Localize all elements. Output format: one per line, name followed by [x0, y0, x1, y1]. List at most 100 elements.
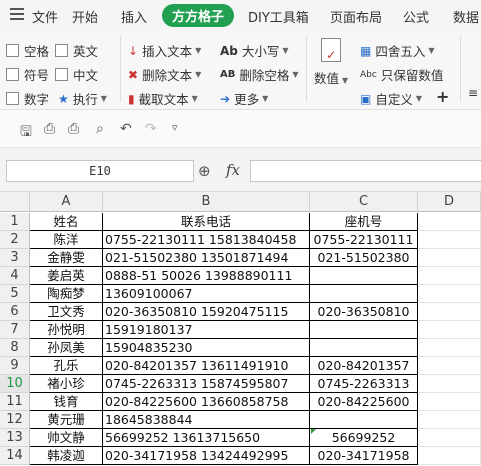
- cell-c-13[interactable]: 56699252: [310, 429, 418, 447]
- cell-b-5[interactable]: 13609100067: [103, 285, 310, 303]
- checkbox-space[interactable]: 空格: [6, 41, 49, 60]
- column-header-b[interactable]: B: [103, 192, 310, 212]
- cell-a-9[interactable]: 孔乐: [30, 357, 103, 375]
- menu-fangfang[interactable]: 方方格子: [162, 4, 235, 27]
- cell-d-6[interactable]: [418, 303, 481, 321]
- cell-b-14[interactable]: 020-34171958 13424492995: [103, 447, 310, 465]
- formula-input[interactable]: [250, 160, 481, 182]
- row-header[interactable]: 10: [0, 375, 30, 393]
- cell-d-10[interactable]: [418, 375, 481, 393]
- menu-diy[interactable]: DIY工具箱: [248, 7, 309, 26]
- cell-c-6[interactable]: 020-36350810: [310, 303, 418, 321]
- cell-c-11[interactable]: 020-84225600: [310, 393, 418, 411]
- cell-b-2[interactable]: 0755-22130111 15813840458: [103, 231, 310, 249]
- cell-d-7[interactable]: [418, 321, 481, 339]
- row-header[interactable]: 8: [0, 339, 30, 357]
- fx-icon[interactable]: fx: [226, 161, 240, 179]
- cell-c-10[interactable]: 0745-2263313: [310, 375, 418, 393]
- customize-toolbar-icon[interactable]: ▿: [172, 121, 178, 134]
- column-header-c[interactable]: C: [310, 192, 418, 212]
- cell-b-7[interactable]: 15919180137: [103, 321, 310, 339]
- row-header[interactable]: 1: [0, 213, 30, 231]
- cell-b-9[interactable]: 020-84201357 13611491910: [103, 357, 310, 375]
- cell-a-14[interactable]: 韩凌迦: [30, 447, 103, 465]
- execute-button[interactable]: ★ 执行 ▼: [58, 89, 107, 108]
- cell-b-10[interactable]: 0745-2263313 15874595807: [103, 375, 310, 393]
- extract-text-button[interactable]: ▮ 截取文本 ▼: [128, 89, 198, 108]
- checkbox-chinese[interactable]: 中文: [55, 65, 98, 84]
- row-header[interactable]: 13: [0, 429, 30, 447]
- cell-a-2[interactable]: 陈洋: [30, 231, 103, 249]
- row-header[interactable]: 12: [0, 411, 30, 429]
- cell-c-5[interactable]: [310, 285, 418, 303]
- cell-b-1[interactable]: 联系电话: [103, 213, 310, 231]
- delete-text-button[interactable]: ✖ 删除文本 ▼: [128, 65, 201, 84]
- more-button[interactable]: ➔ 更多 ▼: [220, 89, 268, 108]
- cell-d-2[interactable]: [418, 231, 481, 249]
- row-header[interactable]: 6: [0, 303, 30, 321]
- column-header-a[interactable]: A: [30, 192, 103, 212]
- row-header[interactable]: 11: [0, 393, 30, 411]
- plus-button[interactable]: +: [436, 87, 449, 106]
- cell-d-12[interactable]: [418, 411, 481, 429]
- print-icon[interactable]: ⎙: [68, 121, 79, 137]
- insert-text-button[interactable]: ↓ 插入文本 ▼: [128, 41, 201, 60]
- row-header[interactable]: 7: [0, 321, 30, 339]
- cell-a-12[interactable]: 黄元珊: [30, 411, 103, 429]
- menu-formula[interactable]: 公式: [403, 7, 429, 26]
- cell-d-4[interactable]: [418, 267, 481, 285]
- menu-page-layout[interactable]: 页面布局: [330, 7, 382, 26]
- value-button[interactable]: ✓ 数值 ▼: [314, 38, 348, 87]
- cell-d-3[interactable]: [418, 249, 481, 267]
- cell-a-7[interactable]: 孙悦明: [30, 321, 103, 339]
- export-icon[interactable]: ⎙: [44, 121, 55, 137]
- checkbox-number[interactable]: 数字: [6, 89, 49, 108]
- case-button[interactable]: Ab 大小写 ▼: [220, 41, 289, 60]
- cell-a-4[interactable]: 姜启英: [30, 267, 103, 285]
- row-header[interactable]: 3: [0, 249, 30, 267]
- keep-value-button[interactable]: Abc 只保留数值: [360, 65, 443, 84]
- cell-c-2[interactable]: 0755-22130111: [310, 231, 418, 249]
- column-header-d[interactable]: D: [418, 192, 481, 212]
- cell-d-11[interactable]: [418, 393, 481, 411]
- cell-a-5[interactable]: 陶痴梦: [30, 285, 103, 303]
- checkbox-english[interactable]: 英文: [55, 41, 98, 60]
- save-icon[interactable]: 🖫: [20, 121, 32, 145]
- cell-c-7[interactable]: [310, 321, 418, 339]
- cell-c-4[interactable]: [310, 267, 418, 285]
- cell-a-8[interactable]: 孙凤美: [30, 339, 103, 357]
- row-header[interactable]: 9: [0, 357, 30, 375]
- cell-c-3[interactable]: 021-51502380: [310, 249, 418, 267]
- cell-b-11[interactable]: 020-84225600 13660858758: [103, 393, 310, 411]
- row-header[interactable]: 14: [0, 447, 30, 465]
- cell-b-12[interactable]: 18645838844: [103, 411, 310, 429]
- checkbox-symbol[interactable]: 符号: [6, 65, 49, 84]
- cell-b-13[interactable]: 56699252 13613715650: [103, 429, 310, 447]
- cell-d-9[interactable]: [418, 357, 481, 375]
- menu-file[interactable]: 文件: [32, 7, 58, 26]
- menu-data[interactable]: 数据: [453, 7, 479, 26]
- select-all-corner[interactable]: [0, 192, 30, 212]
- round-button[interactable]: ▦ 四舍五入 ▼: [360, 41, 435, 60]
- custom-button[interactable]: ▣ 自定义 ▼: [360, 89, 422, 108]
- cell-b-3[interactable]: 021-51502380 13501871494: [103, 249, 310, 267]
- cell-c-14[interactable]: 020-34171958: [310, 447, 418, 465]
- cell-b-8[interactable]: 15904835230: [103, 339, 310, 357]
- cell-b-4[interactable]: 0888-51 50026 13988890111: [103, 267, 310, 285]
- cell-a-11[interactable]: 钱育: [30, 393, 103, 411]
- cell-c-9[interactable]: 020-84201357: [310, 357, 418, 375]
- cell-a-3[interactable]: 金静雯: [30, 249, 103, 267]
- menu-icon[interactable]: [10, 8, 24, 20]
- cell-c-1[interactable]: 座机号: [310, 213, 418, 231]
- cell-d-8[interactable]: [418, 339, 481, 357]
- zoom-icon[interactable]: ⊕: [198, 162, 211, 180]
- cell-c-8[interactable]: [310, 339, 418, 357]
- cell-a-1[interactable]: 姓名: [30, 213, 103, 231]
- cell-c-12[interactable]: [310, 411, 418, 429]
- row-header[interactable]: 2: [0, 231, 30, 249]
- undo-icon[interactable]: ↶: [120, 121, 132, 137]
- name-box[interactable]: E10: [6, 160, 194, 182]
- delete-space-button[interactable]: AB 删除空格 ▼: [220, 65, 299, 84]
- cell-a-10[interactable]: 褚小珍: [30, 375, 103, 393]
- cell-d-5[interactable]: [418, 285, 481, 303]
